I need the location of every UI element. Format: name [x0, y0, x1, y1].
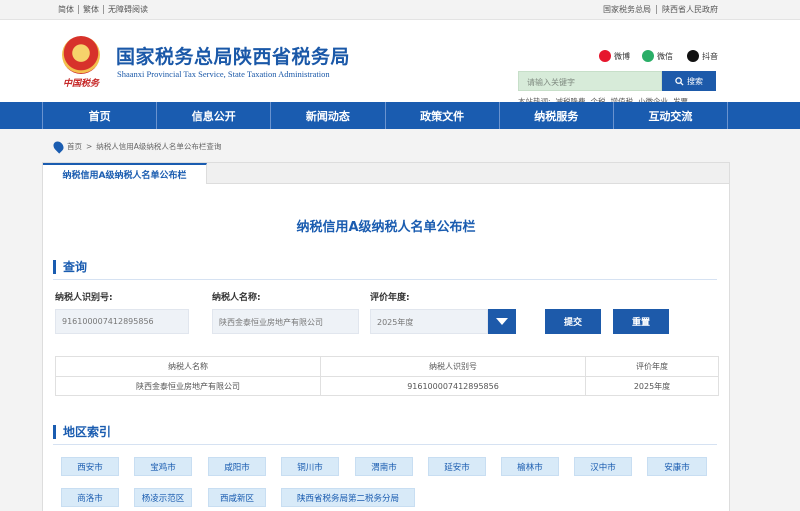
national-emblem-icon [62, 36, 100, 74]
taxpayer-id-label: 纳税人识别号: [55, 293, 113, 303]
weibo-label: 微博 [614, 51, 630, 61]
region-button[interactable]: 榆林市 [501, 457, 559, 476]
weibo-link[interactable]: 微博 [599, 50, 630, 62]
link-traditional[interactable]: 繁体 [79, 5, 104, 14]
query-section-title: 查询 [53, 260, 87, 274]
douyin-link[interactable]: 抖音 [687, 50, 718, 62]
top-utility-bar: 简体 繁体 无障碍阅读 国家税务总局 陕西省人民政府 [0, 0, 800, 20]
chevron-down-icon[interactable] [488, 309, 516, 334]
reset-button[interactable]: 重置 [613, 309, 669, 334]
submit-button[interactable]: 提交 [545, 309, 601, 334]
douyin-icon [687, 50, 699, 62]
wechat-icon [642, 50, 654, 62]
taxpayer-name-field[interactable]: 陕西金泰恒业房地产有限公司 [212, 309, 359, 334]
location-pin-icon [51, 139, 66, 154]
link-shaanxi-gov[interactable]: 陕西省人民政府 [657, 5, 718, 14]
query-divider [53, 279, 717, 280]
region-button[interactable]: 杨凌示范区 [134, 488, 192, 507]
nav-news[interactable]: 新闻动态 [271, 102, 386, 129]
result-table: 纳税人名称 纳税人识别号 评价年度 陕西金泰恒业房地产有限公司 91610000… [55, 356, 719, 396]
cell-taxpayer-name: 陕西金泰恒业房地产有限公司 [55, 376, 321, 396]
region-button[interactable]: 西安市 [61, 457, 119, 476]
content-panel: 纳税信用A级纳税人名单公布栏 纳税信用A级纳税人名单公布栏 查询 纳税人识别号:… [42, 162, 730, 511]
breadcrumb: 首页 > 纳税人信用A级纳税人名单公布栏查询 [51, 139, 222, 154]
breadcrumb-current: 纳税人信用A级纳税人名单公布栏查询 [96, 142, 222, 151]
wechat-label: 微信 [657, 51, 673, 61]
region-section-title: 地区索引 [53, 425, 111, 439]
cell-taxpayer-id: 916100007412895856 [320, 376, 586, 396]
taxpayer-id-field[interactable]: 916100007412895856 [55, 309, 189, 334]
region-button[interactable]: 咸阳市 [208, 457, 266, 476]
panel-tab-bar: 纳税信用A级纳税人名单公布栏 [43, 163, 729, 184]
column-header-id: 纳税人识别号 [320, 356, 586, 377]
nav-policy[interactable]: 政策文件 [386, 102, 500, 129]
link-accessibility[interactable]: 无障碍阅读 [104, 5, 152, 14]
evaluation-year-label: 评价年度: [370, 293, 410, 303]
region-button[interactable]: 渭南市 [355, 457, 413, 476]
search-button-label: 搜索 [687, 76, 703, 86]
nav-info-disclosure[interactable]: 信息公开 [157, 102, 272, 129]
column-header-year: 评价年度 [585, 356, 719, 377]
link-sta[interactable]: 国家税务总局 [598, 5, 657, 14]
taxpayer-name-label: 纳税人名称: [212, 293, 261, 303]
region-button[interactable]: 商洛市 [61, 488, 119, 507]
emblem-caption: 中国税务 [63, 79, 100, 89]
table-row: 陕西金泰恒业房地产有限公司 916100007412895856 2025年度 [55, 376, 719, 396]
nav-home[interactable]: 首页 [42, 102, 158, 129]
search-button[interactable]: 搜索 [662, 71, 716, 91]
region-button[interactable]: 安康市 [647, 457, 707, 476]
breadcrumb-separator: > [86, 142, 93, 151]
tab-a-level-list[interactable]: 纳税信用A级纳税人名单公布栏 [43, 163, 207, 184]
wechat-link[interactable]: 微信 [642, 50, 673, 62]
region-button[interactable]: 汉中市 [574, 457, 632, 476]
search-icon [675, 76, 684, 86]
nav-tax-service[interactable]: 纳税服务 [500, 102, 614, 129]
weibo-icon [599, 50, 611, 62]
evaluation-year-select[interactable]: 2025年度 [370, 309, 488, 334]
column-header-name: 纳税人名称 [55, 356, 321, 377]
region-button[interactable]: 延安市 [428, 457, 486, 476]
breadcrumb-home[interactable]: 首页 [67, 141, 82, 152]
site-title[interactable]: 国家税务总局陕西省税务局 [116, 42, 350, 69]
search-input[interactable]: 请输入关键字 [518, 71, 662, 91]
region-divider [53, 444, 717, 445]
nav-interaction[interactable]: 互动交流 [614, 102, 729, 129]
site-header: 中国税务 国家税务总局陕西省税务局 Shaanxi Provincial Tax… [0, 20, 800, 106]
region-button[interactable]: 宝鸡市 [134, 457, 192, 476]
region-button[interactable]: 西咸新区 [208, 488, 266, 507]
region-button[interactable]: 陕西省税务局第二税务分局 [281, 488, 415, 507]
page-title: 纳税信用A级纳税人名单公布栏 [296, 220, 476, 235]
site-subtitle: Shaanxi Provincial Tax Service, State Ta… [117, 69, 330, 79]
link-simplified[interactable]: 简体 [58, 5, 79, 14]
douyin-label: 抖音 [702, 51, 718, 61]
region-button[interactable]: 铜川市 [281, 457, 339, 476]
main-nav: 首页 信息公开 新闻动态 政策文件 纳税服务 互动交流 [0, 102, 800, 129]
cell-evaluation-year: 2025年度 [585, 376, 719, 396]
